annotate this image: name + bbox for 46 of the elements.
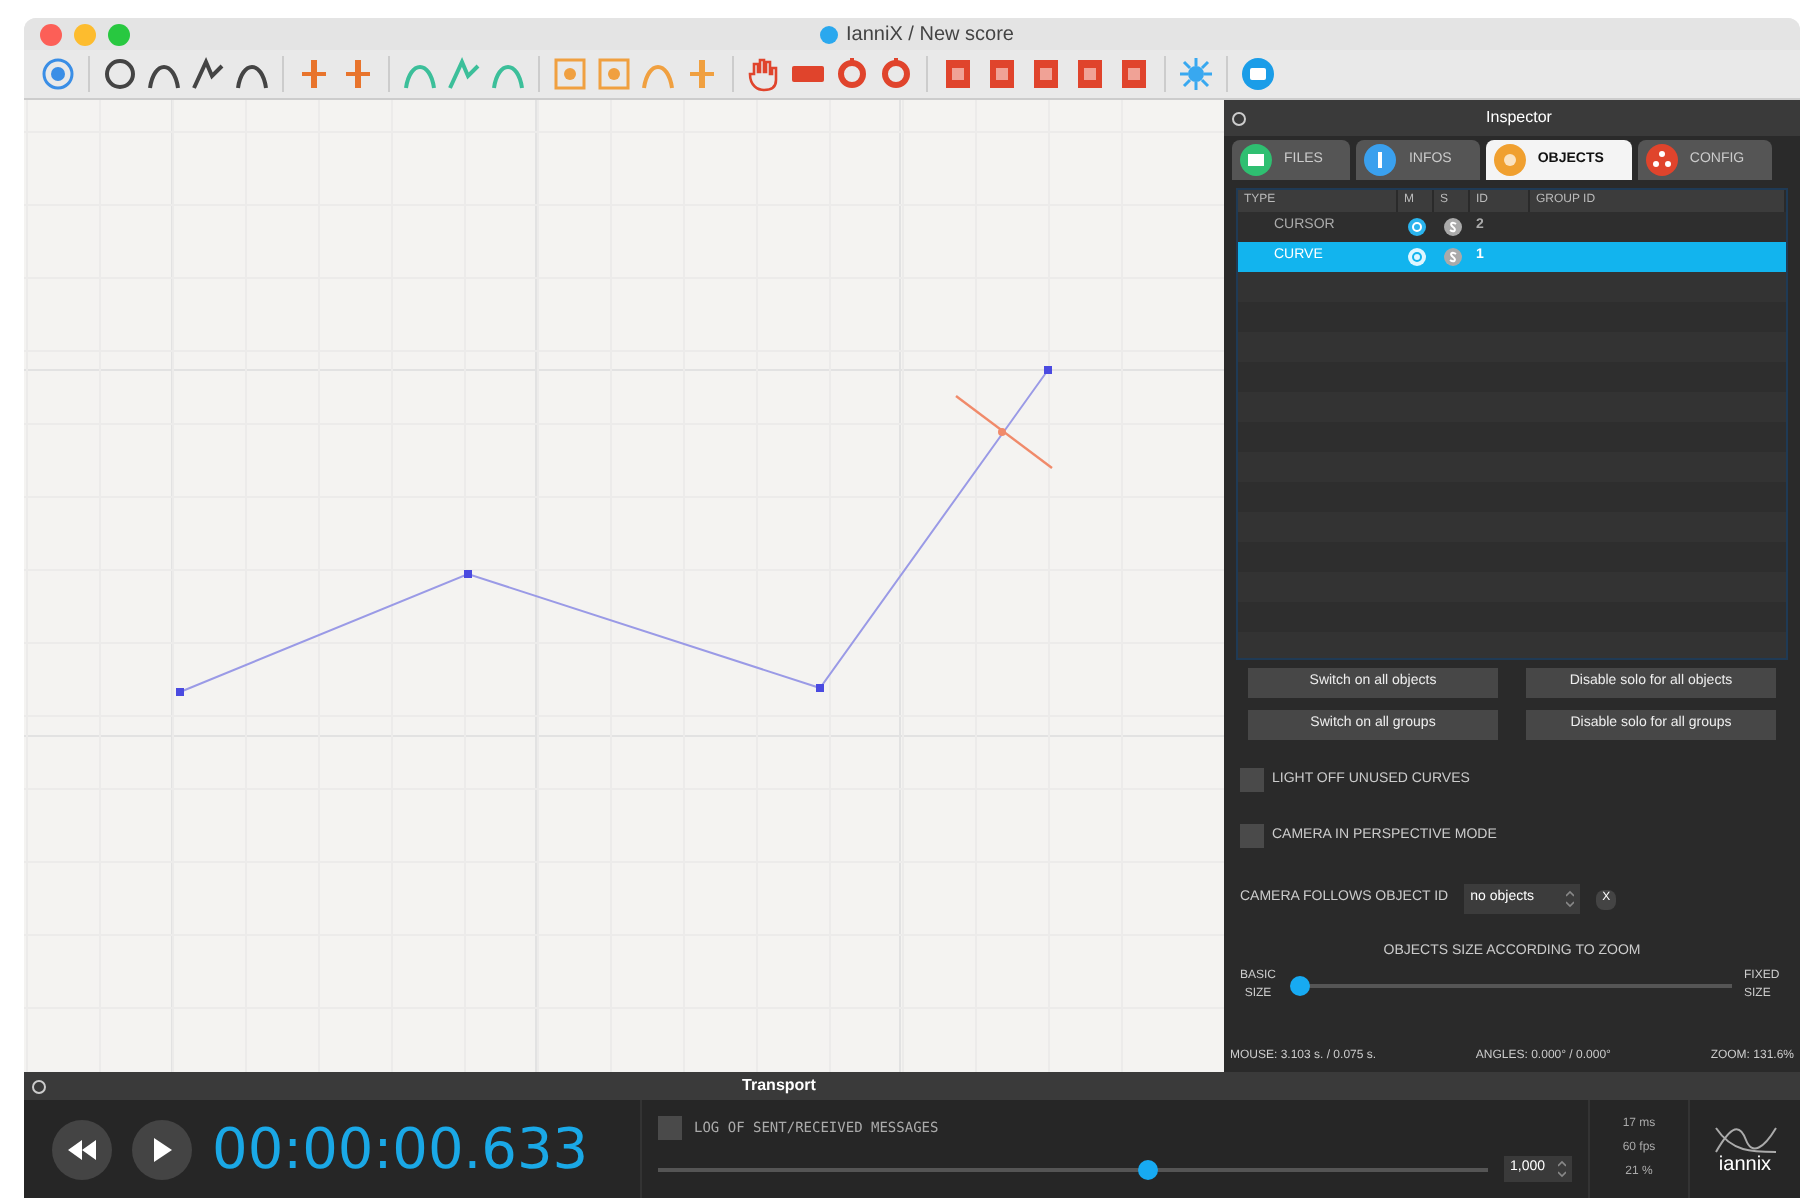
folder-icon	[1240, 144, 1272, 176]
info-icon	[1364, 144, 1397, 176]
panel-title: Transport	[740, 1074, 818, 1098]
panel-icon	[32, 1079, 46, 1093]
document-icon[interactable]	[940, 56, 976, 92]
folder-icon[interactable]	[1240, 56, 1276, 92]
object-icon	[1493, 144, 1526, 176]
document-icon[interactable]	[984, 56, 1020, 92]
node-tool-icon[interactable]	[552, 56, 588, 92]
document-icon[interactable]	[1116, 56, 1152, 92]
checkbox[interactable]	[1240, 824, 1264, 848]
hand-icon[interactable]	[746, 56, 782, 92]
cursor[interactable]	[955, 395, 1053, 469]
close-button[interactable]	[40, 23, 62, 45]
window-title: IanniX / New score	[846, 21, 1014, 49]
cursor-tool-icon[interactable]	[340, 56, 376, 92]
logo-icon	[1711, 1123, 1779, 1155]
zoom-button[interactable]	[108, 23, 130, 45]
checkbox[interactable]	[658, 1116, 682, 1140]
logo-text: iannix	[1718, 1155, 1772, 1175]
cursor-tool-icon[interactable]	[684, 56, 720, 92]
ring-icon[interactable]	[834, 56, 870, 92]
speed-slider[interactable]	[658, 1157, 1488, 1181]
panel-title: Inspector	[1484, 106, 1554, 130]
panel-icon	[1232, 111, 1246, 125]
ring-icon[interactable]	[878, 56, 914, 92]
sun-icon[interactable]	[1178, 56, 1214, 92]
document-icon[interactable]	[1028, 56, 1064, 92]
rewind-icon	[68, 1139, 96, 1159]
play-button[interactable]	[132, 1119, 192, 1179]
app-icon	[820, 25, 839, 43]
spinner-arrows-icon[interactable]	[1566, 890, 1575, 908]
checkbox[interactable]	[1240, 768, 1264, 792]
cursor-tool-icon[interactable]	[296, 56, 332, 92]
rewind-button[interactable]	[52, 1119, 112, 1179]
spinner-arrows-icon[interactable]	[1558, 1160, 1566, 1178]
size-slider[interactable]	[1292, 973, 1732, 997]
node-tool-icon[interactable]	[596, 56, 632, 92]
circle-tool-icon[interactable]	[102, 56, 138, 92]
time-display: 00:00:00.633	[212, 1121, 591, 1177]
solo-icon[interactable]	[1443, 218, 1461, 236]
document-icon[interactable]	[1072, 56, 1108, 92]
line-tool-icon[interactable]	[190, 56, 226, 92]
target-icon[interactable]	[40, 56, 76, 92]
network-icon	[1645, 144, 1678, 176]
play-icon	[152, 1137, 172, 1161]
